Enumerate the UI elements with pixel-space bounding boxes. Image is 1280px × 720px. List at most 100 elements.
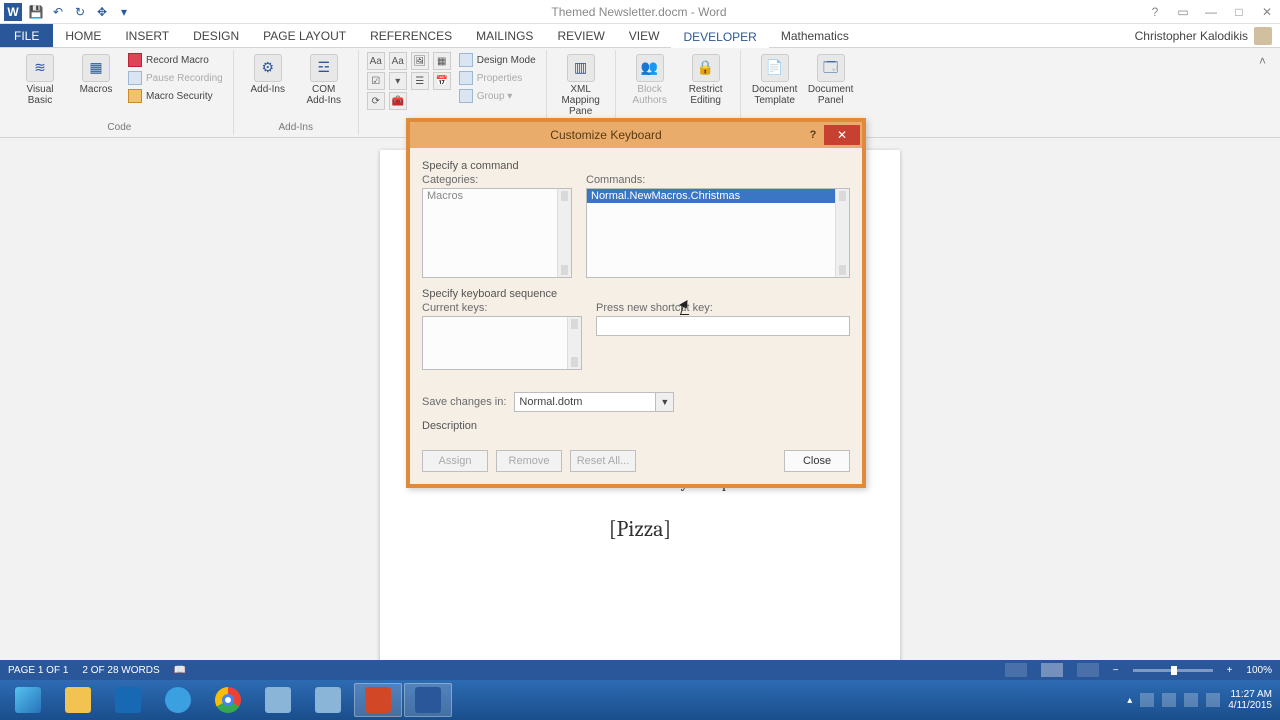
picture-control-icon[interactable]: 🖼 [411,52,429,70]
touch-mode-icon[interactable]: ✥ [94,4,110,20]
dialog-close-button[interactable]: ✕ [824,125,860,145]
close-button[interactable]: ✕ [1258,5,1276,19]
windows-icon [15,687,41,713]
tab-page-layout[interactable]: PAGE LAYOUT [251,24,358,47]
tray-icon[interactable] [1140,693,1154,707]
tab-references[interactable]: REFERENCES [358,24,464,47]
chrome-button[interactable] [204,683,252,717]
zoom-level[interactable]: 100% [1246,665,1272,676]
plain-text-control-icon[interactable]: Aa [389,52,407,70]
close-dialog-button[interactable]: Close [784,450,850,472]
maximize-button[interactable]: □ [1230,5,1248,19]
tab-home[interactable]: HOME [53,24,113,47]
repeating-control-icon[interactable]: ⟳ [367,92,385,110]
zoom-in-button[interactable]: + [1227,665,1233,676]
app-icon [315,687,341,713]
tab-file[interactable]: FILE [0,24,53,47]
print-layout-button[interactable] [1041,663,1063,677]
new-shortcut-input[interactable] [596,316,850,336]
tab-developer[interactable]: DEVELOPER [671,24,768,47]
categories-listbox[interactable]: Macros [422,188,572,278]
file-explorer-button[interactable] [54,683,102,717]
restrict-editing-button[interactable]: 🔒Restrict Editing [680,52,732,106]
redo-icon[interactable]: ↻ [72,4,88,20]
dropdown-control-icon[interactable]: ☰ [411,72,429,90]
zoom-out-button[interactable]: − [1113,665,1119,676]
save-icon[interactable]: 💾 [28,4,44,20]
action-center-icon[interactable] [1162,693,1176,707]
quick-access-toolbar: W 💾 ↶ ↻ ✥ ▾ [4,3,132,21]
spellcheck-icon[interactable]: 📖 [174,665,186,676]
avatar [1254,27,1272,45]
document-template-button[interactable]: 📄Document Template [749,52,801,106]
design-mode-button[interactable]: Design Mode [457,52,538,68]
rich-text-control-icon[interactable]: Aa [367,52,385,70]
status-words[interactable]: 2 OF 28 WORDS [82,665,159,676]
commands-listbox[interactable]: Normal.NewMacros.Christmas [586,188,850,278]
zoom-thumb[interactable] [1171,666,1177,675]
properties-button: Properties [457,70,538,86]
ribbon-display-icon[interactable]: ▭ [1174,5,1192,19]
dialog-titlebar[interactable]: Customize Keyboard ? ✕ [410,122,862,148]
dialog-help-button[interactable]: ? [802,129,824,141]
zoom-slider[interactable] [1133,669,1213,672]
read-mode-button[interactable] [1005,663,1027,677]
record-macro-button[interactable]: Record Macro [126,52,225,68]
com-addins-button[interactable]: ☲COM Add-Ins [298,52,350,106]
qat-customize-icon[interactable]: ▾ [116,4,132,20]
checkbox-control-icon[interactable]: ☑ [367,72,385,90]
app-button-2[interactable] [304,683,352,717]
powerpoint-button[interactable] [354,683,402,717]
visual-basic-button[interactable]: ≋Visual Basic [14,52,66,106]
commands-label: Commands: [586,174,850,186]
tab-insert[interactable]: INSERT [113,24,181,47]
block-authors-button: 👥Block Authors [624,52,676,106]
taskbar-clock[interactable]: 11:27 AM 4/11/2015 [1228,689,1272,711]
scrollbar[interactable] [557,189,571,277]
network-icon[interactable] [1184,693,1198,707]
categories-item[interactable]: Macros [423,189,571,203]
word-taskbar-button[interactable] [404,683,452,717]
app-button-1[interactable] [254,683,302,717]
vb-icon: ≋ [26,54,54,82]
building-block-control-icon[interactable]: ▦ [433,52,451,70]
volume-icon[interactable] [1206,693,1220,707]
legacy-tools-icon[interactable]: 🧰 [389,92,407,110]
tab-review[interactable]: REVIEW [545,24,616,47]
account-name[interactable]: Christopher Kalodikis [1127,24,1280,47]
web-layout-button[interactable] [1077,663,1099,677]
addins-button[interactable]: ⚙Add-Ins [242,52,294,95]
outlook-button[interactable] [104,683,152,717]
scrollbar[interactable] [835,189,849,277]
ribbon-tabs: FILE HOME INSERT DESIGN PAGE LAYOUT REFE… [0,24,1280,48]
clock-date: 4/11/2015 [1228,700,1272,711]
document-panel-button[interactable]: 🗔Document Panel [805,52,857,106]
help-icon[interactable]: ? [1146,5,1164,19]
new-shortcut-label: Press new shortcut key: [596,302,850,314]
ie-button[interactable] [154,683,202,717]
tray-overflow-icon[interactable]: ▴ [1127,695,1132,706]
status-page[interactable]: PAGE 1 OF 1 [8,665,68,676]
date-control-icon[interactable]: 📅 [433,72,451,90]
xml-mapping-button[interactable]: ▥XML Mapping Pane [555,52,607,117]
save-changes-combo[interactable]: Normal.dotm ▼ [514,392,674,412]
collapse-ribbon-icon[interactable]: ˄ [1251,50,1274,72]
tab-view[interactable]: VIEW [617,24,672,47]
tab-mailings[interactable]: MAILINGS [464,24,545,47]
macros-button[interactable]: ▦Macros [70,52,122,95]
macro-security-button[interactable]: Macro Security [126,88,225,104]
current-keys-listbox[interactable] [422,316,582,370]
chevron-down-icon[interactable]: ▼ [656,392,674,412]
start-button[interactable] [4,683,52,717]
commands-item-selected[interactable]: Normal.NewMacros.Christmas [587,189,849,203]
undo-icon[interactable]: ↶ [50,4,66,20]
combobox-control-icon[interactable]: ▾ [389,72,407,90]
window-buttons: ? ▭ — □ ✕ [1146,5,1276,19]
tab-design[interactable]: DESIGN [181,24,251,47]
group-label-code: Code [14,121,225,135]
minimize-button[interactable]: — [1202,5,1220,19]
properties-icon [459,71,473,85]
tab-mathematics[interactable]: Mathematics [769,24,861,47]
addins-icon: ⚙ [254,54,282,82]
scrollbar[interactable] [567,317,581,369]
